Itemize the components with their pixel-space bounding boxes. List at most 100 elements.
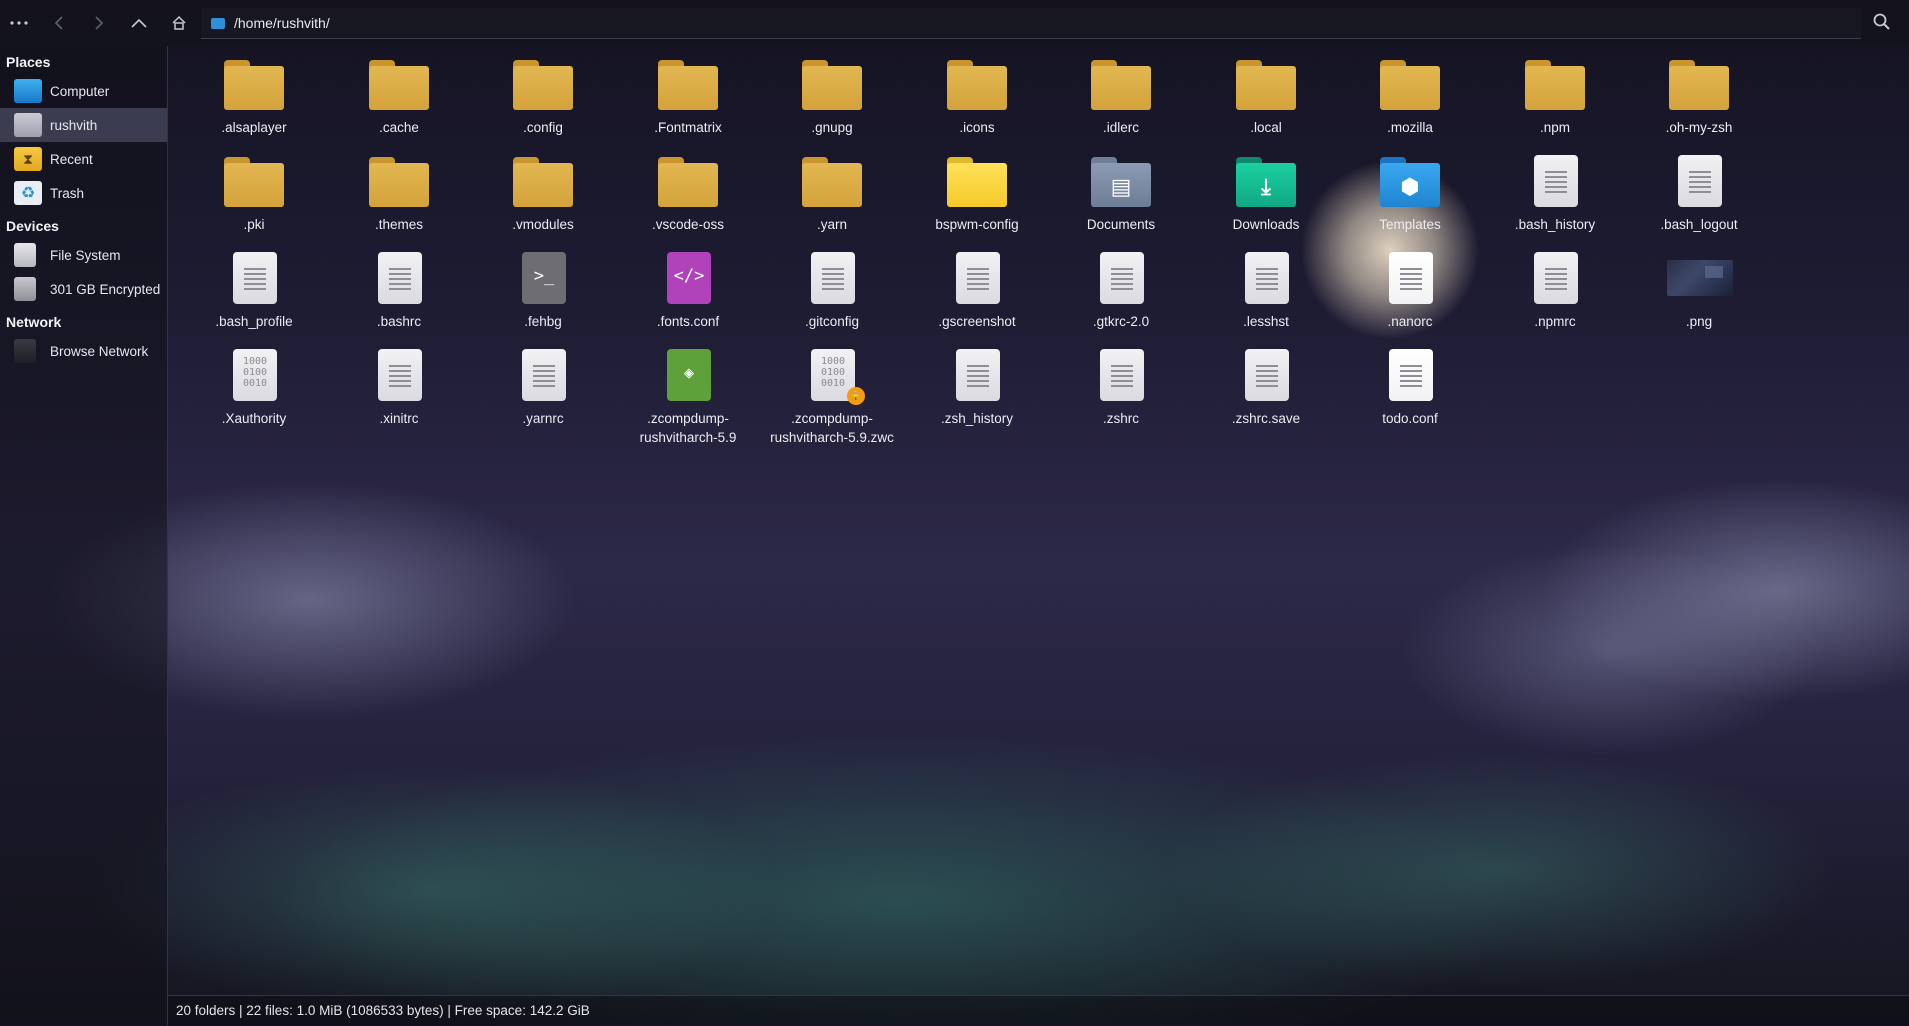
file-item[interactable]: .idlerc [1055, 58, 1187, 137]
file-item[interactable]: .zshrc.save [1200, 349, 1332, 428]
file-item[interactable]: .yarn [766, 155, 898, 234]
sidebar-item-label: File System [50, 247, 121, 263]
file-item[interactable]: >_ .fehbg [477, 252, 609, 331]
file-item[interactable]: .gnupg [766, 58, 898, 137]
file-name: .zcompdump-rushvitharch-5.9.zwc [770, 411, 894, 445]
network-icon [14, 339, 36, 363]
sidebar: Places Computer rushvith ⧗ Recent ♻ Tras… [0, 46, 168, 1025]
toolbar: /home/rushvith/ [0, 0, 1909, 46]
file-name: .themes [374, 217, 424, 232]
file-name: .oh-my-zsh [1665, 120, 1733, 135]
folder-icon [367, 58, 431, 112]
recent-icon: ⧗ [14, 147, 42, 171]
file-item[interactable]: .local [1200, 58, 1332, 137]
file-name: .bashrc [376, 314, 422, 329]
code-file-icon: </> [656, 252, 720, 306]
file-item[interactable]: .xinitrc [333, 349, 465, 428]
binary-file-icon: 1000 0100 0010 🔒 [800, 349, 865, 405]
file-name: .mozilla [1387, 120, 1433, 135]
folder-icon [222, 155, 286, 209]
lock-icon: 🔒 [847, 387, 865, 405]
file-name: .yarn [816, 217, 847, 232]
chevron-left-icon[interactable] [46, 10, 72, 36]
file-item[interactable]: .config [477, 58, 609, 137]
folder-icon [800, 58, 864, 112]
file-item[interactable]: .mozilla [1344, 58, 1476, 137]
text-file-icon [800, 252, 864, 306]
epub-file-icon: ◈ [656, 349, 720, 403]
file-name: .Xauthority [221, 411, 287, 426]
file-item[interactable]: .themes [333, 155, 465, 234]
sidebar-item-rushvith[interactable]: rushvith [0, 108, 167, 142]
sidebar-item-recent[interactable]: ⧗ Recent [0, 142, 167, 176]
text-file-icon [1089, 349, 1153, 403]
sidebar-item-label: rushvith [50, 117, 98, 133]
file-item[interactable]: .bash_profile [188, 252, 320, 331]
file-item[interactable]: ⤓ Downloads [1200, 155, 1332, 234]
file-name: .cache [379, 120, 419, 135]
text-file-icon [367, 349, 431, 403]
file-item[interactable]: ⬢ Templates [1344, 155, 1476, 234]
address-path[interactable]: /home/rushvith/ [234, 15, 330, 31]
file-item[interactable]: .vmodules [477, 155, 609, 234]
file-item[interactable]: .npmrc [1489, 252, 1621, 331]
sidebar-item-browse-network[interactable]: Browse Network [0, 334, 167, 368]
sidebar-item-encrypted[interactable]: 301 GB Encrypted [0, 272, 167, 306]
file-name: .zshrc.save [1231, 411, 1301, 426]
file-item[interactable]: ◈ .zcompdump-rushvitharch-5.9 [622, 349, 754, 447]
file-item[interactable]: .gscreenshot [911, 252, 1043, 331]
file-item[interactable]: .nanorc [1344, 252, 1476, 331]
file-item[interactable]: .alsaplayer [188, 58, 320, 137]
binary-file-icon: 1000 0100 0010 [222, 349, 286, 403]
sidebar-item-computer[interactable]: Computer [0, 74, 167, 108]
file-item[interactable]: .gitconfig [766, 252, 898, 331]
search-icon[interactable] [1872, 12, 1894, 34]
folder-icon [511, 155, 575, 209]
file-item[interactable]: ▤ Documents [1055, 155, 1187, 234]
file-item[interactable]: .bashrc [333, 252, 465, 331]
address-bar[interactable]: /home/rushvith/ [201, 8, 1861, 39]
file-item[interactable]: .Fontmatrix [622, 58, 754, 137]
file-item[interactable]: .bash_history [1489, 155, 1621, 234]
folder-icon [800, 155, 864, 209]
home-icon[interactable] [166, 10, 192, 36]
file-item[interactable]: .icons [911, 58, 1043, 137]
folder-icon [1089, 58, 1153, 112]
file-item[interactable]: .cache [333, 58, 465, 137]
text-file-icon [1667, 155, 1731, 209]
file-name: .vscode-oss [651, 217, 725, 232]
folder-icon [945, 155, 1009, 209]
folder-icon [1667, 58, 1731, 112]
chevron-right-icon[interactable] [86, 10, 112, 36]
file-name: .pki [243, 217, 265, 232]
file-item[interactable]: .oh-my-zsh [1633, 58, 1765, 137]
computer-icon [14, 79, 42, 103]
file-item[interactable]: .npm [1489, 58, 1621, 137]
sidebar-section-places: Places [6, 54, 51, 70]
sidebar-item-trash[interactable]: ♻ Trash [0, 176, 167, 210]
file-name: .nanorc [1387, 314, 1433, 329]
file-item[interactable]: .zsh_history [911, 349, 1043, 428]
file-item[interactable]: .vscode-oss [622, 155, 754, 234]
file-item[interactable]: 1000 0100 0010 🔒 .zcompdump-rushvitharch-5.9… [766, 349, 898, 447]
text-file-icon [1378, 252, 1442, 306]
file-item[interactable]: .pki [188, 155, 320, 234]
file-name: .vmodules [512, 217, 574, 232]
file-item[interactable]: .yarnrc [477, 349, 609, 428]
file-item[interactable]: .gtkrc-2.0 [1055, 252, 1187, 331]
templates-folder-icon: ⬢ [1378, 155, 1442, 209]
file-item[interactable]: todo.conf [1344, 349, 1476, 428]
file-item[interactable]: </> .fonts.conf [622, 252, 754, 331]
file-name: .gitconfig [804, 314, 860, 329]
file-item[interactable]: .lesshst [1200, 252, 1332, 331]
file-item[interactable]: .bash_logout [1633, 155, 1765, 234]
file-item[interactable]: .zshrc [1055, 349, 1187, 428]
sidebar-item-file-system[interactable]: File System [0, 238, 167, 272]
file-item[interactable]: bspwm-config [911, 155, 1043, 234]
file-item[interactable]: 1000 0100 0010 .Xauthority [188, 349, 320, 428]
chevron-up-icon[interactable] [126, 10, 152, 36]
file-item[interactable]: .png [1633, 252, 1765, 331]
file-name: .local [1250, 120, 1282, 135]
file-name: .idlerc [1102, 120, 1139, 135]
more-horizontal-icon[interactable] [6, 10, 32, 36]
